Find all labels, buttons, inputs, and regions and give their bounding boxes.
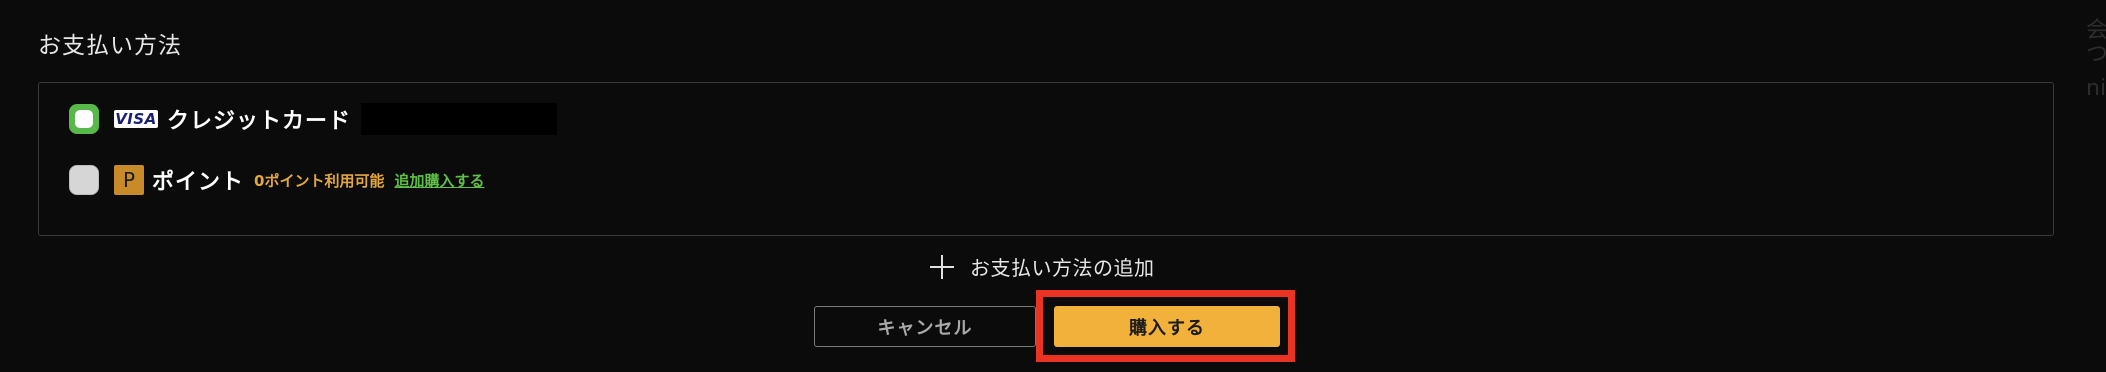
add-payment-method-label: お支払い方法の追加 bbox=[970, 256, 1155, 280]
payment-option-credit-card[interactable]: VISA クレジットカード bbox=[69, 103, 558, 135]
credit-card-label: クレジットカード bbox=[167, 109, 352, 134]
right-edge-partial-text: 会 つ ni bbox=[2078, 0, 2106, 372]
payment-method-panel: VISA クレジットカード P ポイント 0ポイント利用可能 追加購入する bbox=[38, 82, 2054, 236]
point-radio[interactable] bbox=[69, 165, 99, 195]
cancel-button[interactable]: キャンセル bbox=[814, 306, 1036, 347]
visa-logo-icon: VISA bbox=[114, 110, 158, 128]
credit-card-radio[interactable] bbox=[69, 104, 99, 134]
edge-text-2: つ bbox=[2086, 42, 2106, 67]
payment-method-screen: お支払い方法 VISA クレジットカード P ポイント 0ポイント利用可能 追加… bbox=[0, 0, 2106, 372]
edge-text-1: 会 bbox=[2086, 18, 2106, 43]
radio-selected-dot bbox=[75, 110, 93, 128]
masked-card-number bbox=[361, 103, 558, 135]
point-available-text: 0ポイント利用可能 bbox=[254, 171, 385, 190]
payment-option-point[interactable]: P ポイント 0ポイント利用可能 追加購入する bbox=[69, 164, 484, 196]
section-title: お支払い方法 bbox=[38, 33, 182, 59]
purchase-button[interactable]: 購入する bbox=[1054, 306, 1280, 347]
add-payment-method-button[interactable]: お支払い方法の追加 bbox=[930, 252, 1155, 281]
plus-icon bbox=[930, 254, 954, 279]
add-points-link[interactable]: 追加購入する bbox=[394, 170, 484, 191]
point-label: ポイント bbox=[152, 170, 245, 195]
point-badge-icon: P bbox=[114, 165, 144, 195]
edge-text-3: ni bbox=[2086, 76, 2106, 101]
